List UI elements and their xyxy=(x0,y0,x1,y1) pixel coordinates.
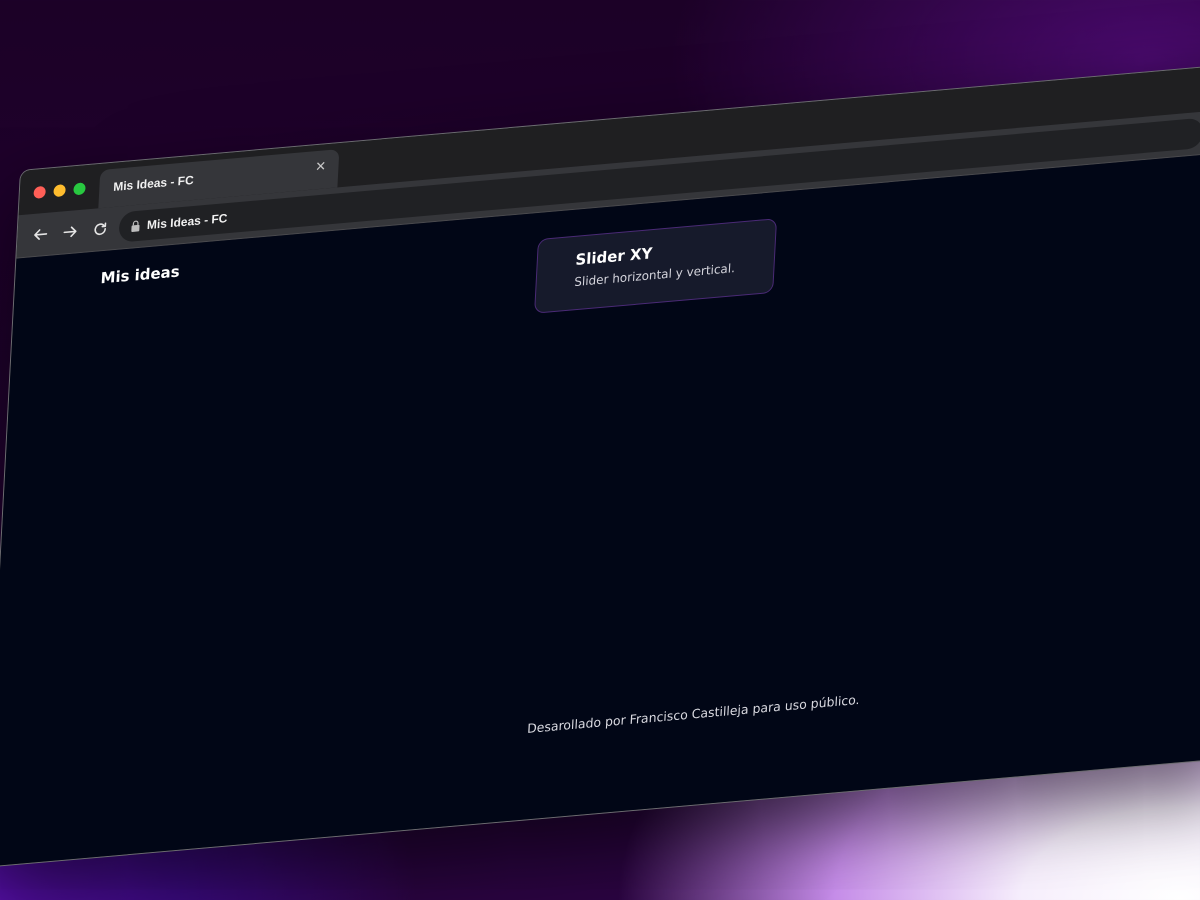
reload-icon[interactable] xyxy=(89,217,112,241)
page-title: Mis ideas xyxy=(100,262,181,288)
browser-window: Mis Ideas - FC ✕ Mis Ideas - FC Mis idea… xyxy=(0,60,1200,868)
close-icon[interactable]: ✕ xyxy=(312,159,329,177)
lock-icon xyxy=(131,220,140,232)
minimize-window-button[interactable] xyxy=(53,184,66,198)
close-window-button[interactable] xyxy=(33,185,46,199)
address-text[interactable]: Mis Ideas - FC xyxy=(147,211,228,232)
arrow-right-icon[interactable] xyxy=(59,220,82,244)
arrow-left-icon[interactable] xyxy=(29,222,52,246)
page-viewport: Mis ideas Slider XY Slider horizontal y … xyxy=(0,149,1200,867)
card-title: Slider XY xyxy=(575,244,653,269)
maximize-window-button[interactable] xyxy=(73,182,86,196)
idea-card-slider-xy[interactable]: Slider XY Slider horizontal y vertical. xyxy=(534,218,778,314)
footer-credit: Desarollado por Francisco Castilleja par… xyxy=(526,691,861,736)
tab-title: Mis Ideas - FC xyxy=(112,172,195,194)
